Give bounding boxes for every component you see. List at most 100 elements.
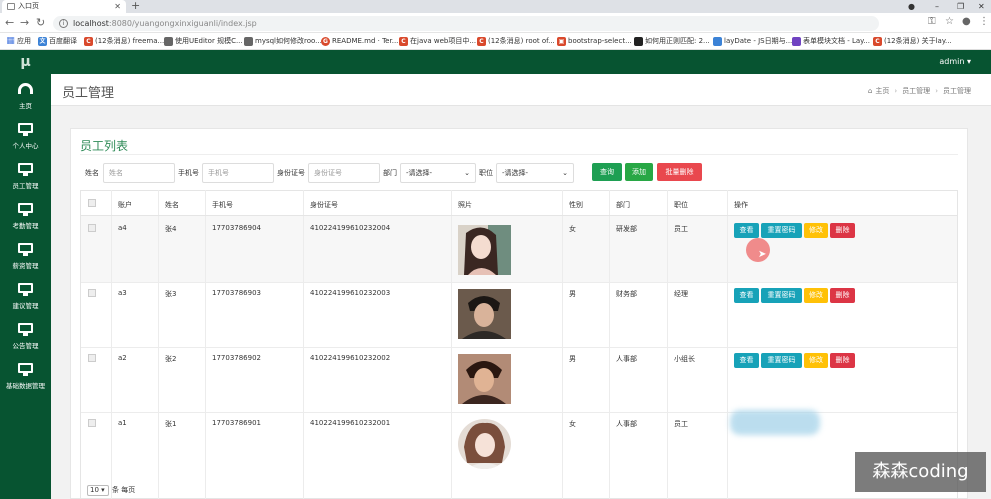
add-button[interactable]: 添加 bbox=[625, 163, 653, 181]
cell-position: 经理 bbox=[674, 290, 688, 298]
bookmark[interactable]: G README.md · Ter... bbox=[320, 33, 398, 49]
cell-dept: 人事部 bbox=[616, 355, 637, 363]
search-button[interactable]: 查询 bbox=[592, 163, 622, 181]
minimize-icon[interactable]: – bbox=[935, 0, 939, 13]
close-window-icon[interactable]: ✕ bbox=[978, 0, 985, 13]
key-icon[interactable]: ⚿ bbox=[928, 16, 936, 27]
browser-tab[interactable]: 入口页 ✕ bbox=[2, 0, 126, 13]
menu-icon[interactable]: ⋮ bbox=[979, 16, 989, 27]
forward-icon[interactable]: → bbox=[20, 16, 29, 29]
sidebar-item-employee[interactable]: 员工管理 bbox=[0, 160, 51, 200]
sidebar-item-salary[interactable]: 薪资管理 bbox=[0, 240, 51, 280]
monitor-icon bbox=[17, 283, 34, 296]
new-tab-icon[interactable]: + bbox=[131, 0, 140, 12]
cell-phone: 17703786902 bbox=[212, 354, 261, 362]
select-all-checkbox[interactable] bbox=[88, 199, 96, 207]
sidebar-item-attendance[interactable]: 考勤管理 bbox=[0, 200, 51, 240]
monitor-icon bbox=[17, 123, 34, 136]
edit-button[interactable]: 修改 bbox=[804, 353, 828, 368]
cell-gender: 女 bbox=[569, 420, 576, 428]
idcard-input[interactable] bbox=[308, 163, 380, 183]
cell-account: a3 bbox=[118, 289, 127, 297]
sidebar-item-notice[interactable]: 公告管理 bbox=[0, 320, 51, 360]
tab-title: 入口页 bbox=[18, 2, 39, 10]
bookmark[interactable]: ▣ bootstrap-select... bbox=[556, 33, 632, 49]
browser-tab-bar: 入口页 ✕ + ● – ❐ ✕ bbox=[0, 0, 991, 13]
page-header bbox=[51, 74, 991, 106]
bookmark[interactable]: mysql如何修改roo... bbox=[243, 33, 322, 49]
header-position: 职位 bbox=[674, 201, 688, 209]
breadcrumb-section[interactable]: 员工管理 bbox=[902, 87, 930, 95]
bookmark[interactable]: layDate - JS日期与... bbox=[712, 33, 792, 49]
view-button[interactable]: 查看 bbox=[734, 288, 759, 303]
reset-password-button[interactable]: 重置密码 bbox=[761, 223, 802, 238]
cell-account: a4 bbox=[118, 224, 127, 232]
maximize-icon[interactable]: ❐ bbox=[957, 0, 964, 13]
monitor-icon bbox=[17, 323, 34, 336]
address-bar-row: ← → ↻ i localhost:8080/yuangongxinxiguan… bbox=[0, 13, 991, 33]
view-button[interactable]: 查看 bbox=[734, 353, 759, 368]
sidebar-item-basic-data[interactable]: 基础数据管理 bbox=[0, 360, 51, 400]
profile-icon[interactable]: ● bbox=[962, 16, 971, 27]
breadcrumb-home[interactable]: 主页 bbox=[875, 87, 889, 95]
position-select[interactable]: -请选择- ⌄ bbox=[496, 163, 574, 183]
back-icon[interactable]: ← bbox=[5, 16, 14, 29]
monitor-icon bbox=[17, 243, 34, 256]
cell-name: 张3 bbox=[165, 290, 177, 298]
cell-phone: 17703786901 bbox=[212, 419, 261, 427]
row-checkbox[interactable] bbox=[88, 289, 96, 297]
sidebar-item-suggestion[interactable]: 建议管理 bbox=[0, 280, 51, 320]
bookmark[interactable]: C (12条消息) freema... bbox=[83, 33, 164, 49]
cell-dept: 研发部 bbox=[616, 225, 637, 233]
apps-icon: ▦ bbox=[6, 36, 15, 46]
page-size-select[interactable]: 10 ▾ bbox=[87, 485, 109, 496]
row-checkbox[interactable] bbox=[88, 419, 96, 427]
cell-name: 张1 bbox=[165, 420, 177, 428]
reset-password-button[interactable]: 重置密码 bbox=[761, 353, 802, 368]
phone-input[interactable] bbox=[202, 163, 274, 183]
bookmark[interactable]: 使用UEditor 规模C... bbox=[163, 33, 243, 49]
bookmark[interactable]: 如何用正则匹配: 2... bbox=[633, 33, 710, 49]
edit-button[interactable]: 修改 bbox=[804, 288, 828, 303]
name-input[interactable] bbox=[103, 163, 175, 183]
cell-gender: 女 bbox=[569, 225, 576, 233]
cnblogs-icon: ▣ bbox=[557, 37, 566, 46]
bookmark[interactable]: 表单模块文档 - Lay... bbox=[791, 33, 870, 49]
url-input[interactable]: i localhost:8080/yuangongxinxiguanli/ind… bbox=[53, 16, 879, 31]
translate-icon: 文 bbox=[38, 37, 47, 46]
cell-idcard: 410224199610232003 bbox=[310, 289, 391, 297]
chevron-down-icon: ⌄ bbox=[562, 169, 568, 177]
user-menu[interactable]: admin ▾ bbox=[939, 57, 971, 66]
home-icon: ⌂ bbox=[867, 87, 873, 95]
bookmark[interactable]: ▦ 应用 bbox=[5, 33, 31, 49]
bookmark[interactable]: C 在java web项目中... bbox=[398, 33, 476, 49]
reset-password-button[interactable]: 重置密码 bbox=[761, 288, 802, 303]
header-dept: 部门 bbox=[616, 201, 630, 209]
position-label: 职位 bbox=[479, 169, 493, 177]
info-icon[interactable]: i bbox=[59, 19, 68, 28]
sidebar-item-profile[interactable]: 个人中心 bbox=[0, 120, 51, 160]
cursor-icon: ➤ bbox=[758, 249, 767, 260]
logo[interactable]: μ bbox=[0, 50, 51, 74]
dept-select[interactable]: -请选择- ⌄ bbox=[400, 163, 476, 183]
breadcrumb-current: 员工管理 bbox=[943, 87, 971, 95]
delete-button[interactable]: 删除 bbox=[830, 288, 855, 303]
star-icon[interactable]: ☆ bbox=[945, 16, 954, 27]
view-button[interactable]: 查看 bbox=[734, 223, 759, 238]
edit-button[interactable]: 修改 bbox=[804, 223, 828, 238]
delete-button[interactable]: 删除 bbox=[830, 353, 855, 368]
row-checkbox[interactable] bbox=[88, 354, 96, 362]
bookmark[interactable]: 文百度翻译 bbox=[37, 33, 77, 49]
bookmark[interactable]: C (12条消息) root of... bbox=[476, 33, 555, 49]
reload-icon[interactable]: ↻ bbox=[36, 16, 45, 29]
monitor-icon bbox=[17, 163, 34, 176]
tab-close-icon[interactable]: ✕ bbox=[114, 0, 121, 13]
batch-delete-button[interactable]: 批量删除 bbox=[657, 163, 702, 181]
csdn-icon: C bbox=[477, 37, 486, 46]
delete-button[interactable]: 删除 bbox=[830, 223, 855, 238]
page-icon bbox=[634, 37, 643, 46]
watermark: 森森coding bbox=[855, 452, 986, 492]
row-checkbox[interactable] bbox=[88, 224, 96, 232]
bookmark[interactable]: C (12条消息) 关于lay... bbox=[872, 33, 952, 49]
sidebar-item-home[interactable]: 主页 bbox=[0, 80, 51, 120]
